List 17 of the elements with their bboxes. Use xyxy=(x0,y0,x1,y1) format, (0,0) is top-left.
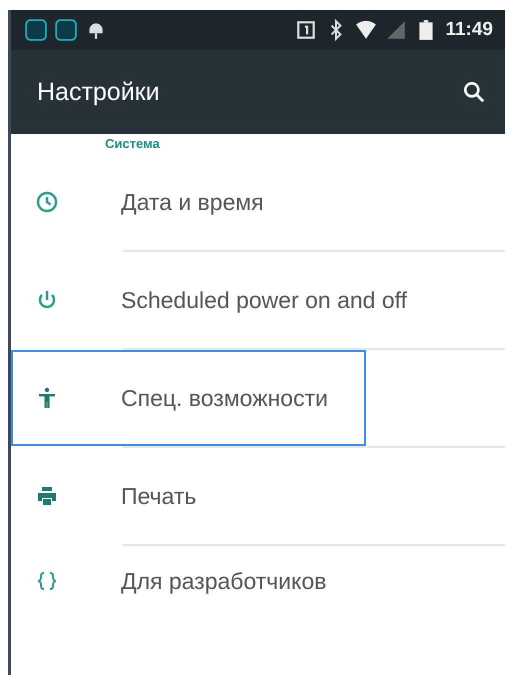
status-time: 11:49 xyxy=(445,19,493,41)
clock-icon xyxy=(35,190,59,214)
app-notification-icon xyxy=(55,19,77,41)
settings-item[interactable]: Дата и время xyxy=(11,154,366,250)
printer-icon xyxy=(35,484,59,508)
section-header: Система xyxy=(104,135,161,153)
no-signal-icon xyxy=(385,19,408,41)
settings-item[interactable]: Печать xyxy=(11,448,366,544)
app-notification-icon xyxy=(25,19,47,41)
wifi-icon xyxy=(355,19,378,41)
settings-item[interactable]: Для разработчиков xyxy=(11,546,366,616)
sim-icon xyxy=(295,19,318,41)
settings-item[interactable]: Спец. возможности xyxy=(11,350,366,446)
toolbar-title: Настройки xyxy=(37,78,160,106)
search-icon[interactable] xyxy=(461,79,487,105)
braces-icon xyxy=(35,569,59,593)
settings-item[interactable]: Scheduled power on and off xyxy=(11,252,418,348)
